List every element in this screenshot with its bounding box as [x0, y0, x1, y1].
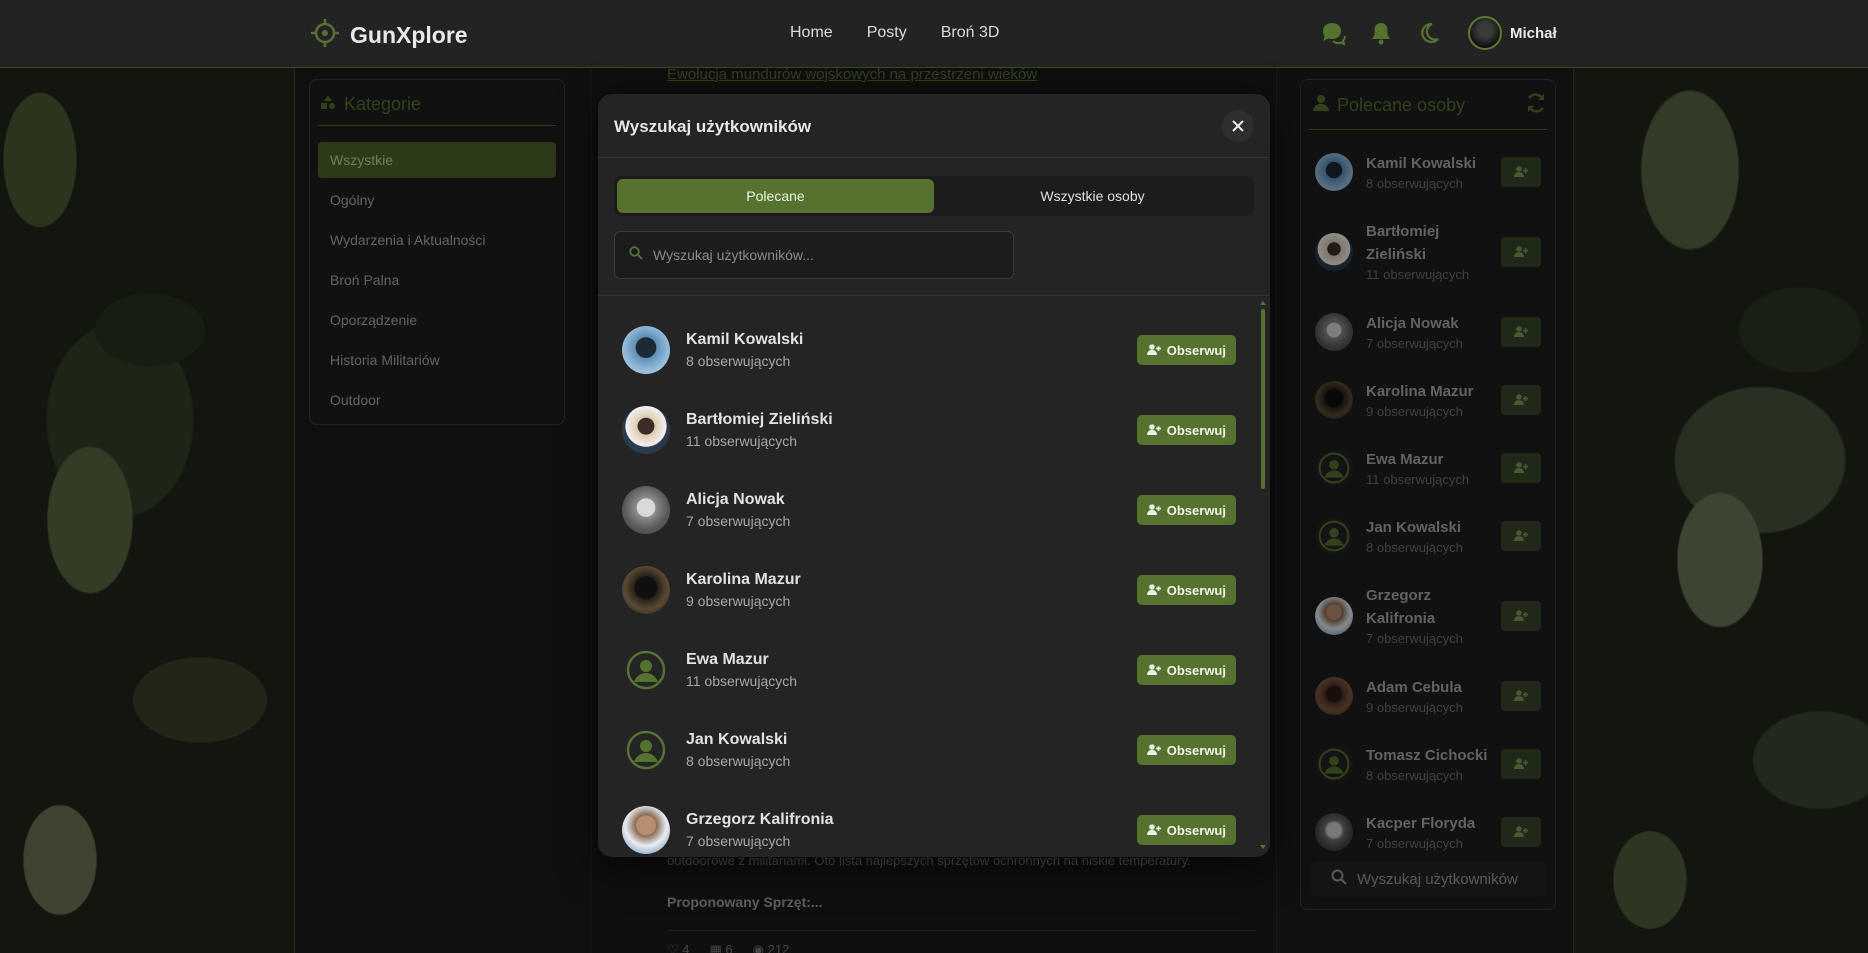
user-name[interactable]: Kamil Kowalski: [686, 329, 1137, 351]
avatar: [622, 406, 670, 454]
user-row: Jan Kowalski 8 obserwujących Obserwuj: [598, 710, 1270, 790]
user-plus-icon: [1146, 504, 1161, 515]
follower-count: 11 obserwujących: [686, 433, 798, 449]
follower-count: 7 obserwujących: [686, 833, 791, 849]
avatar: [622, 326, 670, 374]
avatar: [622, 566, 670, 614]
follow-button[interactable]: Obserwuj: [1136, 335, 1236, 365]
tab-polecane[interactable]: Polecane: [617, 179, 934, 213]
search-users-modal: Wyszukaj użytkowników Polecane Wszystkie…: [598, 94, 1270, 857]
user-list: Kamil Kowalski 8 obserwujących Obserwuj Bar…: [598, 296, 1270, 857]
close-button[interactable]: [1222, 110, 1254, 142]
user-placeholder-icon: [626, 650, 666, 690]
user-name[interactable]: Alicja Nowak: [686, 489, 1137, 511]
user-name: Michał: [1510, 24, 1557, 42]
search-input[interactable]: [653, 247, 993, 263]
nav-posty[interactable]: Posty: [867, 24, 907, 42]
scrollbar[interactable]: [1260, 301, 1266, 849]
user-name[interactable]: Jan Kowalski: [686, 729, 1137, 751]
main-nav: Home Posty Broń 3D: [790, 24, 999, 42]
follow-label: Obserwuj: [1166, 662, 1226, 678]
user-name[interactable]: Karolina Mazur: [686, 569, 1137, 591]
user-row: Bartłomiej Zieliński 11 obserwujących Obse…: [598, 390, 1270, 470]
user-row: Ewa Mazur 11 obserwujących Obserwuj: [598, 630, 1270, 710]
follow-label: Obserwuj: [1166, 822, 1226, 838]
follower-count: 9 obserwujących: [686, 593, 791, 609]
user-plus-icon: [1146, 664, 1161, 675]
brand[interactable]: GunXplore: [310, 18, 468, 53]
user-name[interactable]: Grzegorz Kalifronia: [686, 809, 1137, 831]
follow-label: Obserwuj: [1166, 502, 1226, 518]
avatar: [622, 726, 670, 774]
chat-icon[interactable]: [1320, 20, 1346, 46]
follow-button[interactable]: Obserwuj: [1136, 735, 1236, 765]
follow-button[interactable]: Obserwuj: [1136, 655, 1236, 685]
user-plus-icon: [1146, 344, 1161, 355]
crosshair-icon: [310, 18, 340, 53]
user-plus-icon: [1146, 824, 1161, 835]
close-icon: [1232, 116, 1244, 137]
scroll-down-arrow[interactable]: [1260, 845, 1266, 849]
modal-tabs: Polecane Wszystkie osoby: [614, 176, 1254, 216]
user-row: Kamil Kowalski 8 obserwujących Obserwuj: [598, 310, 1270, 390]
bell-icon[interactable]: [1368, 20, 1394, 46]
user-info: Karolina Mazur 9 obserwujących: [686, 569, 1137, 611]
user-info: Ewa Mazur 11 obserwujących: [686, 649, 1137, 691]
follow-label: Obserwuj: [1166, 582, 1226, 598]
scrollbar-thumb[interactable]: [1261, 309, 1265, 489]
user-info: Bartłomiej Zieliński 11 obserwujących: [686, 409, 1137, 451]
user-menu[interactable]: Michał: [1468, 16, 1557, 50]
user-plus-icon: [1146, 584, 1161, 595]
follow-button[interactable]: Obserwuj: [1136, 495, 1236, 525]
avatar: [622, 646, 670, 694]
search-icon: [629, 245, 643, 265]
nav-home[interactable]: Home: [790, 24, 833, 42]
follow-label: Obserwuj: [1166, 342, 1226, 358]
moon-icon[interactable]: [1416, 20, 1442, 46]
follower-count: 8 obserwujących: [686, 753, 791, 769]
search-field: [614, 231, 1014, 279]
user-name[interactable]: Bartłomiej Zieliński: [686, 409, 1137, 431]
top-actions: Michał: [1320, 16, 1557, 50]
avatar: [1468, 16, 1502, 50]
user-plus-icon: [1146, 744, 1161, 755]
user-info: Grzegorz Kalifronia 7 obserwujących: [686, 809, 1137, 851]
user-plus-icon: [1146, 424, 1161, 435]
follow-button[interactable]: Obserwuj: [1136, 815, 1236, 845]
user-info: Alicja Nowak 7 obserwujących: [686, 489, 1137, 531]
brand-title: GunXplore: [350, 22, 468, 48]
user-placeholder-icon: [626, 730, 666, 770]
avatar: [622, 806, 670, 854]
user-row: Karolina Mazur 9 obserwujących Obserwuj: [598, 550, 1270, 630]
follower-count: 11 obserwujących: [686, 673, 798, 689]
follow-button[interactable]: Obserwuj: [1136, 575, 1236, 605]
user-row: Alicja Nowak 7 obserwujących Obserwuj: [598, 470, 1270, 550]
follower-count: 8 obserwujących: [686, 353, 791, 369]
nav-bron-3d[interactable]: Broń 3D: [941, 24, 1000, 42]
tab-wszystkie-osoby[interactable]: Wszystkie osoby: [934, 179, 1251, 213]
modal-header: Wyszukaj użytkowników: [598, 94, 1270, 158]
modal-title: Wyszukaj użytkowników: [614, 117, 812, 136]
user-row: Grzegorz Kalifronia 7 obserwujących Obserw…: [598, 790, 1270, 857]
user-info: Kamil Kowalski 8 obserwujących: [686, 329, 1137, 371]
follow-label: Obserwuj: [1166, 742, 1226, 758]
top-navbar: GunXplore Home Posty Broń 3D Michał: [0, 0, 1868, 68]
user-info: Jan Kowalski 8 obserwujących: [686, 729, 1137, 771]
user-name[interactable]: Ewa Mazur: [686, 649, 1137, 671]
follow-label: Obserwuj: [1166, 422, 1226, 438]
follow-button[interactable]: Obserwuj: [1136, 415, 1236, 445]
avatar: [622, 486, 670, 534]
scroll-up-arrow[interactable]: [1260, 301, 1266, 305]
follower-count: 7 obserwujących: [686, 513, 791, 529]
